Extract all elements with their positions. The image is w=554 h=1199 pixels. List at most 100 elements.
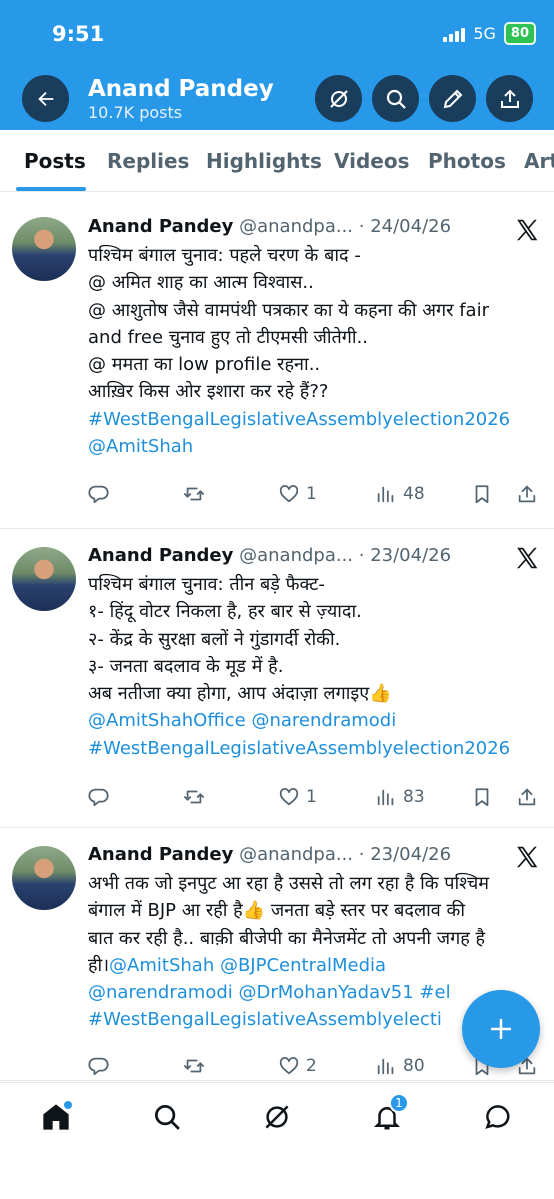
nav-home[interactable] [36, 1097, 76, 1137]
tab-highlights[interactable]: Highlights [206, 149, 322, 173]
compose-post-button[interactable] [462, 990, 540, 1068]
tweet-link[interactable]: #WestBengalLegislativeAssemblyelection20… [88, 738, 510, 759]
plus-icon [491, 1019, 511, 1039]
tweet-date[interactable]: · 23/04/26 [359, 545, 451, 566]
tweet-text-segment: and free चुनाव हुए तो टीएमसी जीतेगी.. [88, 326, 369, 348]
bookmark-button[interactable] [471, 786, 493, 808]
tweet-text-segment: @ ममता का low profile रहना.. [88, 354, 321, 376]
tweet-author-handle: @anandpa... [239, 844, 354, 865]
avatar[interactable] [12, 547, 76, 611]
tweet-card[interactable]: Anand Pandey @anandpa... · 23/04/26 पश्चि… [0, 530, 554, 828]
reply-button[interactable] [88, 1055, 116, 1077]
tweet-text-line: पश्चिम बंगाल चुनाव: तीन बड़े फैक्ट- [88, 571, 540, 598]
share-button[interactable] [516, 483, 538, 505]
tweet-link[interactable]: @narendramodi @DrMohanYadav51 #el [88, 982, 451, 1003]
tweet-link-line[interactable]: #WestBengalLegislativeAssemblyelection20… [88, 735, 540, 762]
views-count: 48 [403, 484, 425, 504]
views-count: 83 [403, 787, 425, 807]
share-button[interactable] [516, 786, 538, 808]
retweet-icon [183, 483, 205, 505]
reply-button[interactable] [88, 786, 116, 808]
tweet-author-name[interactable]: Anand Pandey [88, 545, 233, 566]
post-count: 10.7K posts [88, 103, 183, 122]
tweet-text-segment: आख़िर किस ओर इशारा कर रहे हैं?? [88, 381, 329, 403]
active-tab-indicator [16, 187, 86, 191]
tweet-text-segment: पश्चिम बंगाल चुनाव: पहले चरण के बाद - [88, 245, 361, 266]
tab-articles[interactable]: Art [524, 149, 554, 173]
share-button[interactable] [486, 75, 533, 122]
tweet-author-handle: @anandpa... [239, 216, 354, 237]
retweet-button[interactable] [183, 786, 211, 808]
reply-icon [88, 483, 110, 505]
messages-icon [485, 1105, 510, 1129]
tweet-text-segment: अभी तक जो इनपुट आ रहा है उससे तो लग रहा … [88, 873, 490, 894]
nav-messages[interactable] [478, 1097, 518, 1137]
avatar[interactable] [12, 217, 76, 281]
retweet-button[interactable] [183, 1055, 211, 1077]
like-button[interactable]: 1 [278, 483, 317, 505]
search-icon [386, 89, 406, 109]
x-logo-icon [514, 217, 540, 243]
like-count: 1 [306, 787, 317, 807]
nav-grok[interactable] [257, 1097, 297, 1137]
retweet-button[interactable] [183, 483, 211, 505]
tweet-text-segment: @ अमित शाह का आत्म विश्वास.. [88, 272, 314, 294]
tweet-link[interactable]: @AmitShah [88, 436, 193, 457]
tweet-link[interactable]: #WestBengalLegislativeAssemblyelection20… [88, 409, 510, 430]
tweet-text-line: and free चुनाव हुए तो टीएमसी जीतेगी.. [88, 324, 540, 351]
signal-icon [443, 26, 466, 42]
search-button[interactable] [372, 75, 419, 122]
tab-replies[interactable]: Replies [107, 149, 189, 173]
tweet-text-segment: २- केंद्र के सुरक्षा बलों ने गुंडागर्दी … [88, 628, 341, 650]
views-button[interactable]: 83 [375, 786, 425, 808]
nav-notifications[interactable]: 1 [367, 1093, 409, 1137]
grok-button[interactable] [315, 75, 362, 122]
reply-icon [88, 786, 110, 808]
views-button[interactable]: 48 [375, 483, 425, 505]
tweet-link-line[interactable]: @AmitShahOffice @narendramodi [88, 707, 540, 734]
retweet-icon [183, 786, 205, 808]
share-icon [500, 89, 519, 108]
like-icon [278, 483, 300, 505]
back-button[interactable] [22, 75, 69, 122]
tweet-text-line: ३- जनता बदलाव के मूड में है. [88, 653, 540, 680]
tweet-card[interactable]: Anand Pandey @anandpa... · 24/04/26 पश्चि… [0, 197, 554, 529]
edit-button[interactable] [429, 75, 476, 122]
tweet-link[interactable]: @AmitShahOffice @narendramodi [88, 710, 396, 731]
views-count: 80 [403, 1056, 425, 1076]
views-button[interactable]: 80 [375, 1055, 425, 1077]
share-icon [516, 786, 538, 808]
tweet-actions: 1 83 [88, 786, 540, 816]
tweet-date[interactable]: · 24/04/26 [359, 216, 451, 237]
tweet-date[interactable]: · 23/04/26 [359, 844, 451, 865]
tweet-link[interactable]: @AmitShah @BJPCentralMedia [109, 955, 386, 976]
grok-icon [265, 1105, 289, 1129]
tab-photos[interactable]: Photos [428, 149, 506, 173]
tweet-text-segment: ३- जनता बदलाव के मूड में है. [88, 655, 284, 677]
tweet-author-name[interactable]: Anand Pandey [88, 844, 233, 865]
tweet-text-line: @ ममता का low profile रहना.. [88, 351, 540, 378]
profile-tabs: Posts Replies Highlights Videos Photos A… [0, 130, 554, 192]
reply-button[interactable] [88, 483, 116, 505]
tweet-link-line[interactable]: @AmitShah [88, 433, 540, 460]
views-icon [375, 1055, 397, 1077]
avatar[interactable] [12, 846, 76, 910]
like-button[interactable]: 2 [278, 1055, 317, 1077]
nav-search[interactable] [147, 1097, 187, 1137]
tab-videos[interactable]: Videos [334, 149, 410, 173]
like-button[interactable]: 1 [278, 786, 317, 808]
bookmark-button[interactable] [471, 483, 493, 505]
tab-posts[interactable]: Posts [24, 149, 86, 173]
notifications-badge: 1 [389, 1093, 409, 1113]
tweet-header: Anand Pandey @anandpa... · 23/04/26 [88, 844, 451, 865]
tweet-actions: 2 80 [88, 1055, 540, 1085]
home-new-dot [64, 1101, 72, 1109]
tweet-text-line: @ अमित शाह का आत्म विश्वास.. [88, 269, 540, 296]
tweet-author-name[interactable]: Anand Pandey [88, 216, 233, 237]
share-icon [516, 483, 538, 505]
tweet-actions: 1 48 [88, 483, 540, 513]
bookmark-icon [471, 786, 493, 808]
tweet-link[interactable]: #WestBengalLegislativeAssemblyelecti [88, 1009, 442, 1030]
back-arrow-icon [37, 91, 53, 106]
tweet-link-line[interactable]: #WestBengalLegislativeAssemblyelection20… [88, 406, 540, 433]
